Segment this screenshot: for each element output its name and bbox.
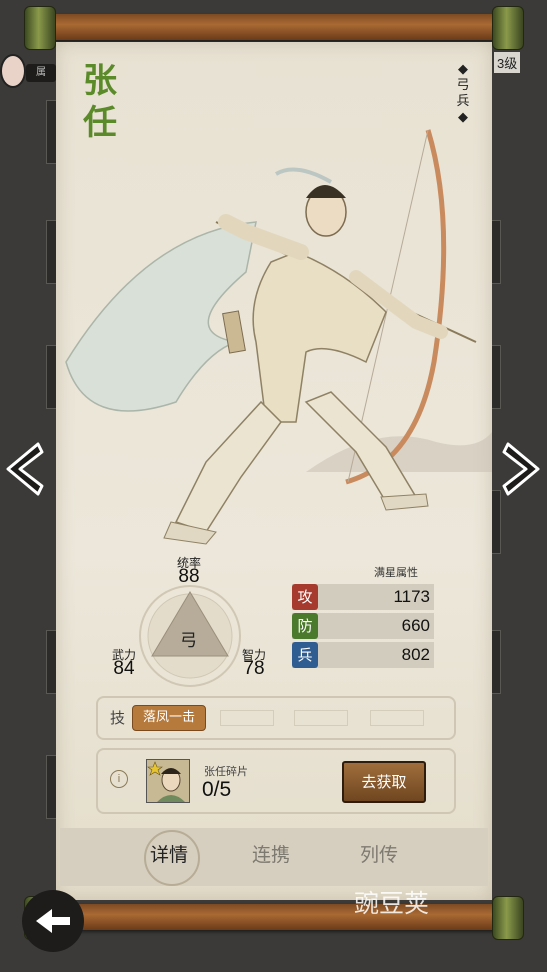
tab-combo[interactable]: 连携 xyxy=(252,840,290,867)
attack-value: 1173 xyxy=(393,587,430,606)
attack-row: 攻 1173 xyxy=(292,584,434,610)
defense-badge: 防 xyxy=(292,613,318,639)
empty-skill-slot xyxy=(220,710,274,726)
intellect-value: 78 xyxy=(243,658,265,679)
previous-hero-arrow-icon[interactable] xyxy=(2,440,46,498)
tab-biography[interactable]: 列传 xyxy=(360,840,398,867)
defense-row: 防 660 xyxy=(292,613,434,639)
get-shards-button[interactable]: 去获取 xyxy=(342,761,426,803)
troops-row: 兵 802 xyxy=(292,642,434,668)
troops-badge: 兵 xyxy=(292,642,318,668)
force-value: 84 xyxy=(113,658,135,679)
empty-skill-slot xyxy=(370,710,424,726)
back-button[interactable] xyxy=(22,890,84,952)
shard-portrait xyxy=(146,759,190,803)
hero-scroll-panel: 张任 ◆ 弓兵 ◆ 弓 统率 88 武力 84 智力 78 满星属性 攻 117… xyxy=(56,42,492,900)
tab-bar: 详情 连携 列传 xyxy=(60,828,488,886)
skill-chip[interactable]: 落凤一击 xyxy=(132,705,206,731)
shard-name: 张任碎片 xyxy=(204,765,248,778)
shard-panel: i 张任碎片 0/5 去获取 xyxy=(96,748,456,814)
scroll-bottom-rod xyxy=(24,896,524,940)
leadership-value: 88 xyxy=(178,566,200,587)
defense-value: 660 xyxy=(401,616,430,635)
next-hero-arrow-icon[interactable] xyxy=(500,440,544,498)
background-level-badge: 3级 xyxy=(494,52,521,73)
back-arrow-icon xyxy=(36,909,70,933)
empty-skill-slot xyxy=(294,710,348,726)
troop-type-label: 弓 xyxy=(180,631,197,651)
background-tag: 属 xyxy=(26,64,56,82)
tab-details[interactable]: 详情 xyxy=(150,840,188,867)
attack-badge: 攻 xyxy=(292,584,318,610)
shard-count: 0/5 xyxy=(202,778,232,801)
skill-bar: 技 落凤一击 xyxy=(96,696,456,740)
hero-portrait-archer xyxy=(65,129,492,545)
full-star-title: 满星属性 xyxy=(374,566,418,579)
troops-value: 802 xyxy=(401,645,430,664)
info-icon[interactable]: i xyxy=(110,770,128,788)
skill-label: 技 xyxy=(110,709,126,727)
background-avatar xyxy=(0,54,26,88)
watermark-text: 豌豆荚 xyxy=(354,889,430,918)
